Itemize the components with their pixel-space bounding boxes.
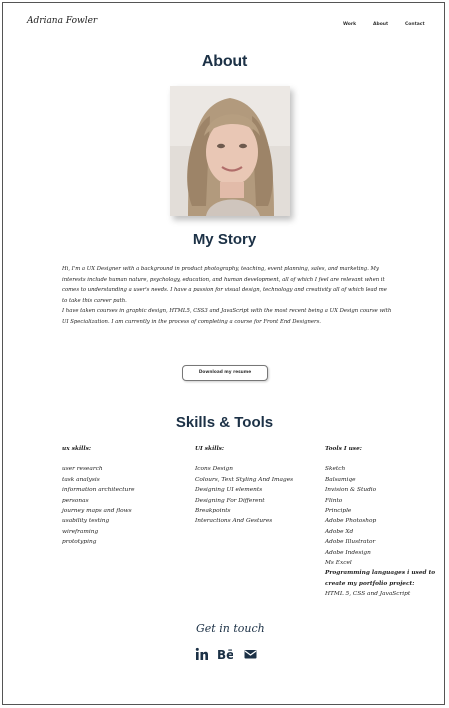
list-item: Adobe Illustrator [325, 539, 376, 546]
nav-about[interactable]: About [373, 22, 388, 27]
list-item: Invision & Studio [325, 487, 377, 494]
list-item: personas [62, 497, 89, 504]
list-item: Adobe Xd [325, 528, 354, 535]
list-item: prototyping [62, 539, 97, 546]
list-item: Breakpoints [195, 508, 231, 515]
profile-photo [170, 86, 290, 216]
languages-heading-line-2: create my portfolio project: [325, 580, 415, 587]
list-item: Designing UI elements [195, 487, 263, 494]
list-item: Adobe Indesign [325, 549, 371, 556]
list-item: Icons Design [195, 466, 233, 473]
tools-column: Tools I use: Sketch Balsamiqe Invision &… [325, 444, 435, 600]
ui-skills-heading: UI skills: [195, 446, 225, 452]
download-resume-button[interactable]: Download my resume [182, 365, 268, 381]
contact-heading: Get in touch [196, 622, 265, 635]
ux-skills-heading: ux skills: [62, 446, 91, 452]
linkedin-icon[interactable] [195, 646, 209, 660]
list-item: Principle [325, 508, 352, 515]
ui-skills-column: UI skills: Icons Design Colours, Text St… [195, 444, 293, 527]
skills-heading: Skills & Tools [175, 414, 274, 431]
list-item: information architecture [62, 487, 135, 494]
nav-work[interactable]: Work [343, 22, 356, 27]
mail-icon[interactable] [244, 646, 257, 660]
list-item: user research [62, 466, 103, 473]
list-item: task analysis [62, 476, 100, 483]
story-heading: My Story [192, 231, 257, 248]
brand-name[interactable]: Adriana Fowler [27, 16, 97, 26]
story-text: Hi, I'm a UX Designer with a background … [62, 264, 392, 327]
tools-heading: Tools I use: [325, 446, 362, 452]
languages-list: HTML 5, CSS and JavaScript [325, 591, 411, 598]
list-item: Flinto [325, 497, 343, 504]
list-item: journey maps and flows [62, 508, 132, 515]
list-item: wireframing [62, 528, 99, 535]
story-paragraph-1: Hi, I'm a UX Designer with a background … [62, 266, 387, 304]
behance-icon[interactable]: Bē [217, 646, 234, 662]
svg-text:Bē: Bē [217, 648, 233, 661]
nav-contact[interactable]: Contact [405, 22, 425, 27]
list-item: Designing For Different [195, 497, 265, 504]
list-item: usability testing [62, 518, 110, 525]
ux-skills-column: ux skills: user research task analysis i… [62, 444, 135, 548]
list-item: Balsamiqe [325, 476, 356, 483]
languages-heading-line-1: Programming languages i used to [325, 570, 436, 577]
list-item: Ms Excel [325, 560, 352, 567]
story-paragraph-2: I have taken courses in graphic design, … [62, 308, 392, 325]
list-item: Interactions And Gestures [195, 518, 273, 525]
list-item: Colours, Text Styling And Images [195, 476, 294, 483]
about-heading: About [201, 53, 248, 70]
list-item: Sketch [325, 466, 346, 473]
list-item: Adobe Photoshop [325, 518, 377, 525]
